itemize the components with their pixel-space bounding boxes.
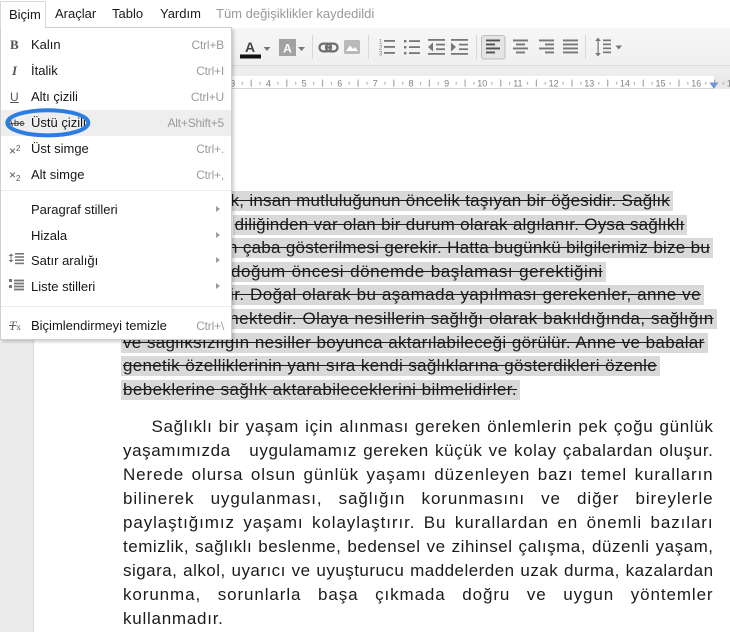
svg-text:6: 6: [337, 79, 342, 89]
svg-text:12: 12: [549, 79, 559, 89]
svg-text:A: A: [283, 42, 292, 56]
svg-text:14: 14: [620, 79, 630, 89]
svg-text:11: 11: [513, 79, 522, 89]
svg-text:16: 16: [691, 79, 701, 89]
svg-text:A: A: [245, 39, 255, 55]
svg-text:8: 8: [408, 79, 413, 89]
svg-text:13: 13: [584, 79, 594, 89]
svg-text:7: 7: [373, 79, 378, 89]
svg-text:15: 15: [655, 79, 665, 89]
svg-text:9: 9: [444, 79, 449, 89]
svg-text:3: 3: [379, 52, 383, 58]
svg-text:4: 4: [266, 79, 271, 89]
svg-text:5: 5: [302, 79, 307, 89]
svg-text:10: 10: [477, 79, 487, 89]
